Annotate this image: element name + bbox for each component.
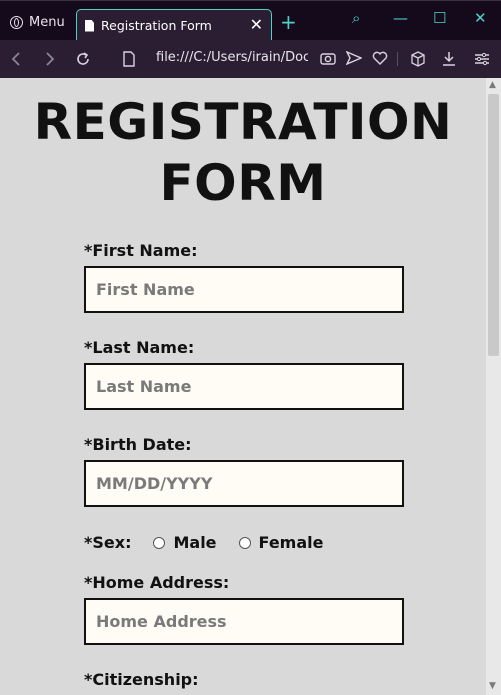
opera-logo-icon xyxy=(10,15,23,29)
extensions-cube-icon[interactable] xyxy=(410,51,426,67)
birth-date-input[interactable] xyxy=(84,460,404,507)
snapshot-icon[interactable] xyxy=(320,51,336,65)
download-icon[interactable] xyxy=(441,51,457,67)
birth-date-label: *Birth Date: xyxy=(84,435,192,454)
last-name-label: *Last Name: xyxy=(84,338,195,357)
page-title: REGISTRATION FORM xyxy=(33,93,453,212)
male-radio[interactable] xyxy=(153,536,166,549)
menu-label: Menu xyxy=(29,14,65,30)
female-option-label: Female xyxy=(258,533,324,552)
easy-setup-icon[interactable] xyxy=(474,51,490,67)
opera-menu-button[interactable]: Menu xyxy=(4,9,74,35)
close-window-icon[interactable]: ✕ xyxy=(474,9,487,27)
search-tabs-icon[interactable]: ⌕ xyxy=(352,9,360,27)
vertical-scrollbar[interactable]: ▲ ▼ xyxy=(486,78,501,695)
sex-radio-group: *Sex: Male Female xyxy=(84,533,323,552)
send-icon[interactable] xyxy=(346,51,362,65)
female-radio[interactable] xyxy=(238,536,251,549)
page-content: REGISTRATIONFORM *First Name: *Last Name… xyxy=(0,78,486,695)
home-address-input[interactable] xyxy=(84,598,404,645)
scroll-up-icon[interactable]: ▲ xyxy=(489,80,496,90)
divider xyxy=(397,52,398,66)
new-tab-button[interactable]: + xyxy=(280,12,297,32)
sex-label: *Sex: xyxy=(84,533,132,552)
maximize-icon[interactable]: ☐ xyxy=(433,9,446,27)
tab-bar: Menu Registration Form ✕ + ⌕ — ☐ ✕ xyxy=(0,0,501,41)
document-icon xyxy=(85,19,94,32)
tab-close-icon[interactable]: ✕ xyxy=(250,16,263,34)
tab-registration-form[interactable]: Registration Form ✕ xyxy=(76,9,272,41)
forward-icon[interactable] xyxy=(45,51,55,67)
minimize-icon[interactable]: — xyxy=(393,9,408,27)
back-icon[interactable] xyxy=(11,51,21,67)
heart-icon[interactable] xyxy=(372,51,388,65)
page-info-icon[interactable] xyxy=(123,51,135,67)
first-name-label: *First Name: xyxy=(84,241,198,260)
citizenship-label: *Citizenship: xyxy=(84,670,199,689)
address-bar: file:///C:/Users/irain/Documents xyxy=(0,40,501,78)
last-name-input[interactable] xyxy=(84,363,404,410)
scroll-thumb[interactable] xyxy=(488,94,499,356)
reload-icon[interactable] xyxy=(75,51,91,67)
home-address-label: *Home Address: xyxy=(84,573,230,592)
male-option-label: Male xyxy=(173,533,217,552)
tab-title: Registration Form xyxy=(101,18,212,33)
url-field[interactable]: file:///C:/Users/irain/Documents xyxy=(156,50,308,65)
scroll-down-icon[interactable]: ▼ xyxy=(489,681,496,691)
first-name-input[interactable] xyxy=(84,266,404,313)
